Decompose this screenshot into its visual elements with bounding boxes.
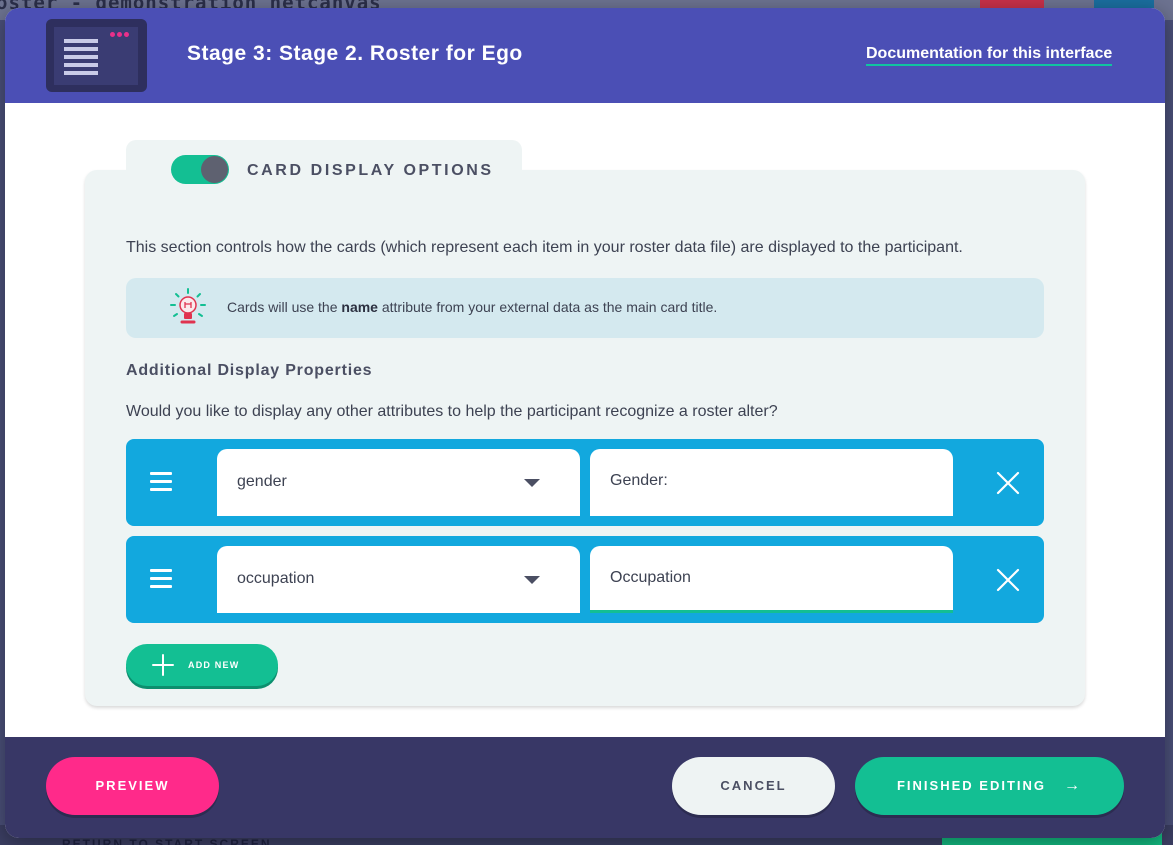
attribute-select[interactable]: gender (217, 449, 580, 516)
delete-row-icon[interactable] (992, 467, 1024, 499)
label-field[interactable] (590, 546, 953, 613)
attribute-select-value: gender (237, 473, 287, 490)
tip-text: Cards will use the name attribute from y… (227, 299, 718, 315)
preview-button[interactable]: PREVIEW (46, 757, 219, 815)
display-property-row: gender (126, 439, 1044, 526)
additional-properties-question: Would you like to display any other attr… (126, 403, 778, 420)
documentation-link[interactable]: Documentation for this interface (866, 45, 1113, 66)
attribute-select-value: occupation (237, 570, 315, 587)
arrow-right-icon: → (1064, 777, 1082, 794)
stage-editor-modal: Stage 3: Stage 2. Roster for Ego Documen… (5, 8, 1165, 838)
tip-attribute-name: name (341, 299, 378, 315)
drag-handle-icon[interactable] (150, 472, 172, 492)
section-description: This section controls how the cards (whi… (126, 239, 963, 256)
cancel-button[interactable]: CANCEL (672, 757, 835, 815)
plus-icon (152, 654, 174, 676)
stage-title: Stage 3: Stage 2. Roster for Ego (187, 42, 523, 65)
delete-row-icon[interactable] (992, 564, 1024, 596)
add-new-label: ADD NEW (188, 660, 240, 670)
drag-handle-icon[interactable] (150, 569, 172, 589)
attribute-select[interactable]: occupation (217, 546, 580, 613)
section-toggle[interactable] (171, 155, 229, 184)
label-input[interactable] (590, 449, 953, 513)
display-property-row: occupation (126, 536, 1044, 623)
additional-properties-heading: Additional Display Properties (126, 362, 373, 379)
caret-down-icon (524, 576, 540, 584)
label-field[interactable] (590, 449, 953, 516)
background-return-link: RETURN TO START SCREEN (62, 837, 272, 845)
modal-header: Stage 3: Stage 2. Roster for Ego Documen… (5, 8, 1165, 103)
stage-thumbnail (46, 19, 147, 92)
toggle-knob (201, 156, 228, 183)
label-input[interactable] (590, 546, 953, 610)
modal-footer: PREVIEW CANCEL FINISHED EDITING → (5, 737, 1165, 838)
section-heading: CARD DISPLAY OPTIONS (247, 162, 494, 179)
info-tip: Cards will use the name attribute from y… (126, 278, 1044, 338)
add-new-button[interactable]: ADD NEW (126, 644, 278, 686)
caret-down-icon (524, 479, 540, 487)
lightbulb-icon (170, 288, 206, 324)
finished-editing-button[interactable]: FINISHED EDITING → (855, 757, 1124, 815)
